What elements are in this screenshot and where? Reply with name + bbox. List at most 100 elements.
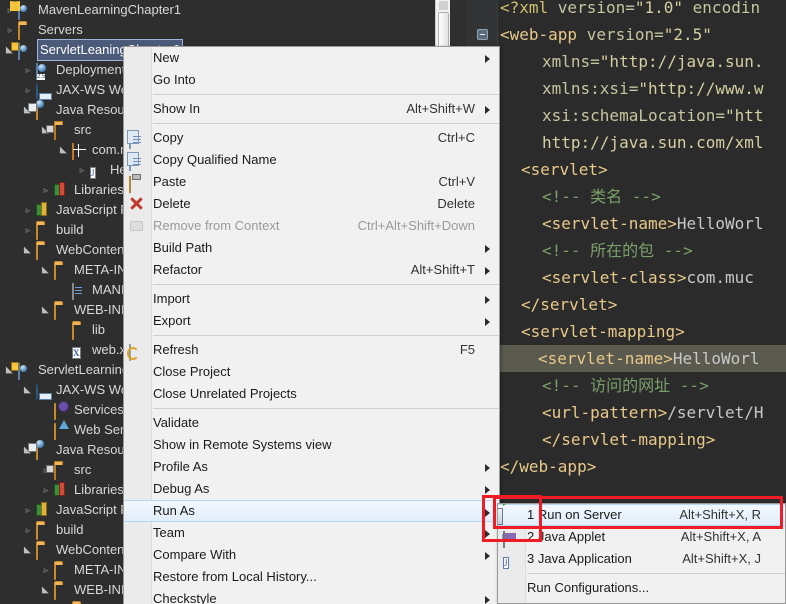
menu-item[interactable]: Copy Qualified Name — [124, 149, 499, 171]
twisty-expanded-icon[interactable]: ◢ — [36, 584, 56, 596]
twisty-expanded-icon[interactable]: ◢ — [54, 144, 74, 156]
menu-item[interactable]: Go Into — [124, 69, 499, 91]
code-fold-toggle-icon[interactable] — [477, 29, 488, 40]
code-line[interactable]: </servlet-mapping> — [500, 426, 715, 453]
code-line[interactable]: <!-- 访问的网址 --> — [500, 372, 709, 399]
menu-item[interactable]: Show in Remote Systems view — [124, 434, 499, 456]
code-line[interactable]: </servlet> — [500, 291, 617, 318]
twisty-collapsed-icon[interactable]: ▹ — [40, 560, 52, 580]
twisty-expanded-icon[interactable]: ◢ — [36, 304, 56, 316]
menu-item[interactable]: Copy Ctrl+C — [124, 127, 499, 149]
tree-item-icon-wrap — [36, 60, 54, 80]
java-application-icon: J — [503, 557, 509, 569]
code-line[interactable]: <url-pattern>/servlet/H — [500, 399, 764, 426]
code-line[interactable]: xsi:schemaLocation="htt — [500, 102, 764, 129]
menu-item[interactable]: Refactor Alt+Shift+T — [124, 259, 499, 281]
menu-item[interactable]: 2 Java Applet Alt+Shift+X, A — [498, 526, 785, 548]
code-token: <servlet-name> — [538, 349, 673, 368]
menu-item[interactable]: Import — [124, 288, 499, 310]
menu-item[interactable]: Paste Ctrl+V — [124, 171, 499, 193]
tree-item-label: lib — [92, 322, 106, 337]
twisty-expanded-icon[interactable]: ◢ — [18, 384, 38, 396]
code-line[interactable]: <servlet-name>HelloWorl — [496, 345, 786, 372]
menu-item[interactable]: Export — [124, 310, 499, 332]
twisty-collapsed-icon[interactable]: ▹ — [40, 180, 52, 200]
menu-item-accelerator: Delete — [437, 196, 475, 211]
twisty-collapsed-icon[interactable]: ▹ — [22, 520, 34, 540]
menu-item[interactable]: Profile As — [124, 456, 499, 478]
code-token: encodin — [683, 0, 761, 17]
menu-item[interactable]: Run Configurations... — [498, 577, 785, 599]
twisty-collapsed-icon[interactable]: ▹ — [22, 500, 34, 520]
twisty-collapsed-icon[interactable]: ▹ — [22, 60, 34, 80]
twisty-collapsed-icon[interactable]: ▹ — [4, 20, 16, 40]
menu-item-label: Checkstyle — [153, 591, 217, 604]
menu-item[interactable]: Compare With — [124, 544, 499, 566]
submenu-chevron-icon — [483, 288, 491, 310]
submenu-chevron-icon — [483, 98, 491, 120]
menu-item[interactable]: Delete Delete — [124, 193, 499, 215]
tree-item[interactable]: ▹ Servers — [0, 20, 450, 40]
code-line[interactable]: <servlet-class>com.muc — [500, 264, 754, 291]
code-line[interactable]: <servlet> — [500, 156, 608, 183]
menu-item[interactable]: Close Unrelated Projects — [124, 383, 499, 405]
webservice-icon — [54, 422, 70, 440]
twisty-collapsed-icon[interactable]: ▹ — [22, 200, 34, 220]
menu-item[interactable]: Restore from Local History... — [124, 566, 499, 588]
menu-item[interactable]: Checkstyle — [124, 588, 499, 604]
scroll-up-arrow-icon[interactable] — [439, 1, 448, 10]
menu-item-accelerator: Alt+Shift+W — [406, 101, 475, 116]
code-line[interactable]: <web-app version="2.5" — [500, 21, 712, 48]
twisty-collapsed-icon[interactable]: ▹ — [22, 220, 34, 240]
tree-item-icon-wrap — [36, 540, 54, 560]
code-token: xmlns:xsi= — [542, 79, 639, 98]
menu-item[interactable]: New — [124, 47, 499, 69]
code-line[interactable]: <!-- 所在的包 --> — [500, 237, 693, 264]
code-line[interactable]: <servlet-mapping> — [500, 318, 685, 345]
code-line[interactable]: <servlet-name>HelloWorl — [500, 210, 764, 237]
code-line[interactable]: xmlns="http://java.sun. — [500, 48, 764, 75]
code-token: <servlet-class> — [542, 268, 687, 287]
context-menu-item-list[interactable]: New Go Into Show In Alt+Shift+W Copy Ctrl+C Co… — [124, 47, 499, 604]
tree-item-label: lib — [92, 600, 105, 604]
code-line[interactable]: xmlns:xsi="http://www.w — [500, 75, 764, 102]
menu-item[interactable]: Build Path — [124, 237, 499, 259]
tree-item-icon-wrap — [36, 100, 54, 120]
submenu-chevron-icon — [483, 544, 491, 566]
tree-item-icon-wrap — [72, 140, 90, 160]
code-token: /servlet/H — [667, 403, 764, 422]
project-context-menu[interactable]: New Go Into Show In Alt+Shift+W Copy Ctrl+C Co… — [123, 46, 500, 604]
twisty-collapsed-icon[interactable]: ▹ — [58, 600, 70, 604]
menu-item-label: Build Path — [153, 240, 213, 255]
code-token: "http://www.w — [638, 79, 764, 98]
tree-item-icon-wrap — [54, 480, 72, 500]
menu-item[interactable]: J 3 Java Application Alt+Shift+X, J — [498, 548, 785, 570]
twisty-expanded-icon[interactable]: ◢ — [36, 264, 56, 276]
tree-item-icon-wrap — [54, 300, 72, 320]
code-line[interactable]: </web-app> — [500, 453, 596, 480]
code-line[interactable]: <!-- 类名 --> — [500, 183, 661, 210]
menu-item-accelerator: Ctrl+Alt+Shift+Down — [357, 218, 475, 233]
menu-item[interactable]: Show In Alt+Shift+W — [124, 98, 499, 120]
twisty-expanded-icon[interactable]: ◢ — [18, 244, 38, 256]
menu-item: Remove from Context Ctrl+Alt+Shift+Down — [124, 215, 499, 237]
menu-item[interactable]: Debug As — [124, 478, 499, 500]
menu-item[interactable]: Refresh F5 — [124, 339, 499, 361]
twisty-collapsed-icon[interactable]: ▹ — [22, 80, 34, 100]
tree-item[interactable]: ▹MavenLearningChapter1 — [0, 0, 450, 20]
menu-item[interactable]: Team — [124, 522, 499, 544]
twisty-collapsed-icon[interactable]: ▹ — [40, 480, 52, 500]
twisty-expanded-icon[interactable]: ◢ — [18, 544, 38, 556]
run-as-submenu[interactable]: 1 Run on Server Alt+Shift+X, R 2 Java Appl… — [497, 503, 786, 604]
folder-icon — [18, 22, 34, 40]
menu-item[interactable]: Close Project — [124, 361, 499, 383]
menu-item[interactable]: 1 Run on Server Alt+Shift+X, R — [498, 504, 785, 526]
code-line[interactable]: <?xml version="1.0" encodin — [500, 0, 760, 21]
menu-item[interactable]: Validate — [124, 412, 499, 434]
submenu-item-list[interactable]: 1 Run on Server Alt+Shift+X, R 2 Java Appl… — [498, 504, 785, 599]
code-line[interactable]: http://java.sun.com/xml — [500, 129, 764, 156]
folder-icon — [54, 302, 70, 320]
menu-item-label: Restore from Local History... — [153, 569, 317, 584]
menu-item[interactable]: Run As — [124, 500, 499, 522]
twisty-collapsed-icon[interactable]: ▹ — [76, 160, 88, 180]
